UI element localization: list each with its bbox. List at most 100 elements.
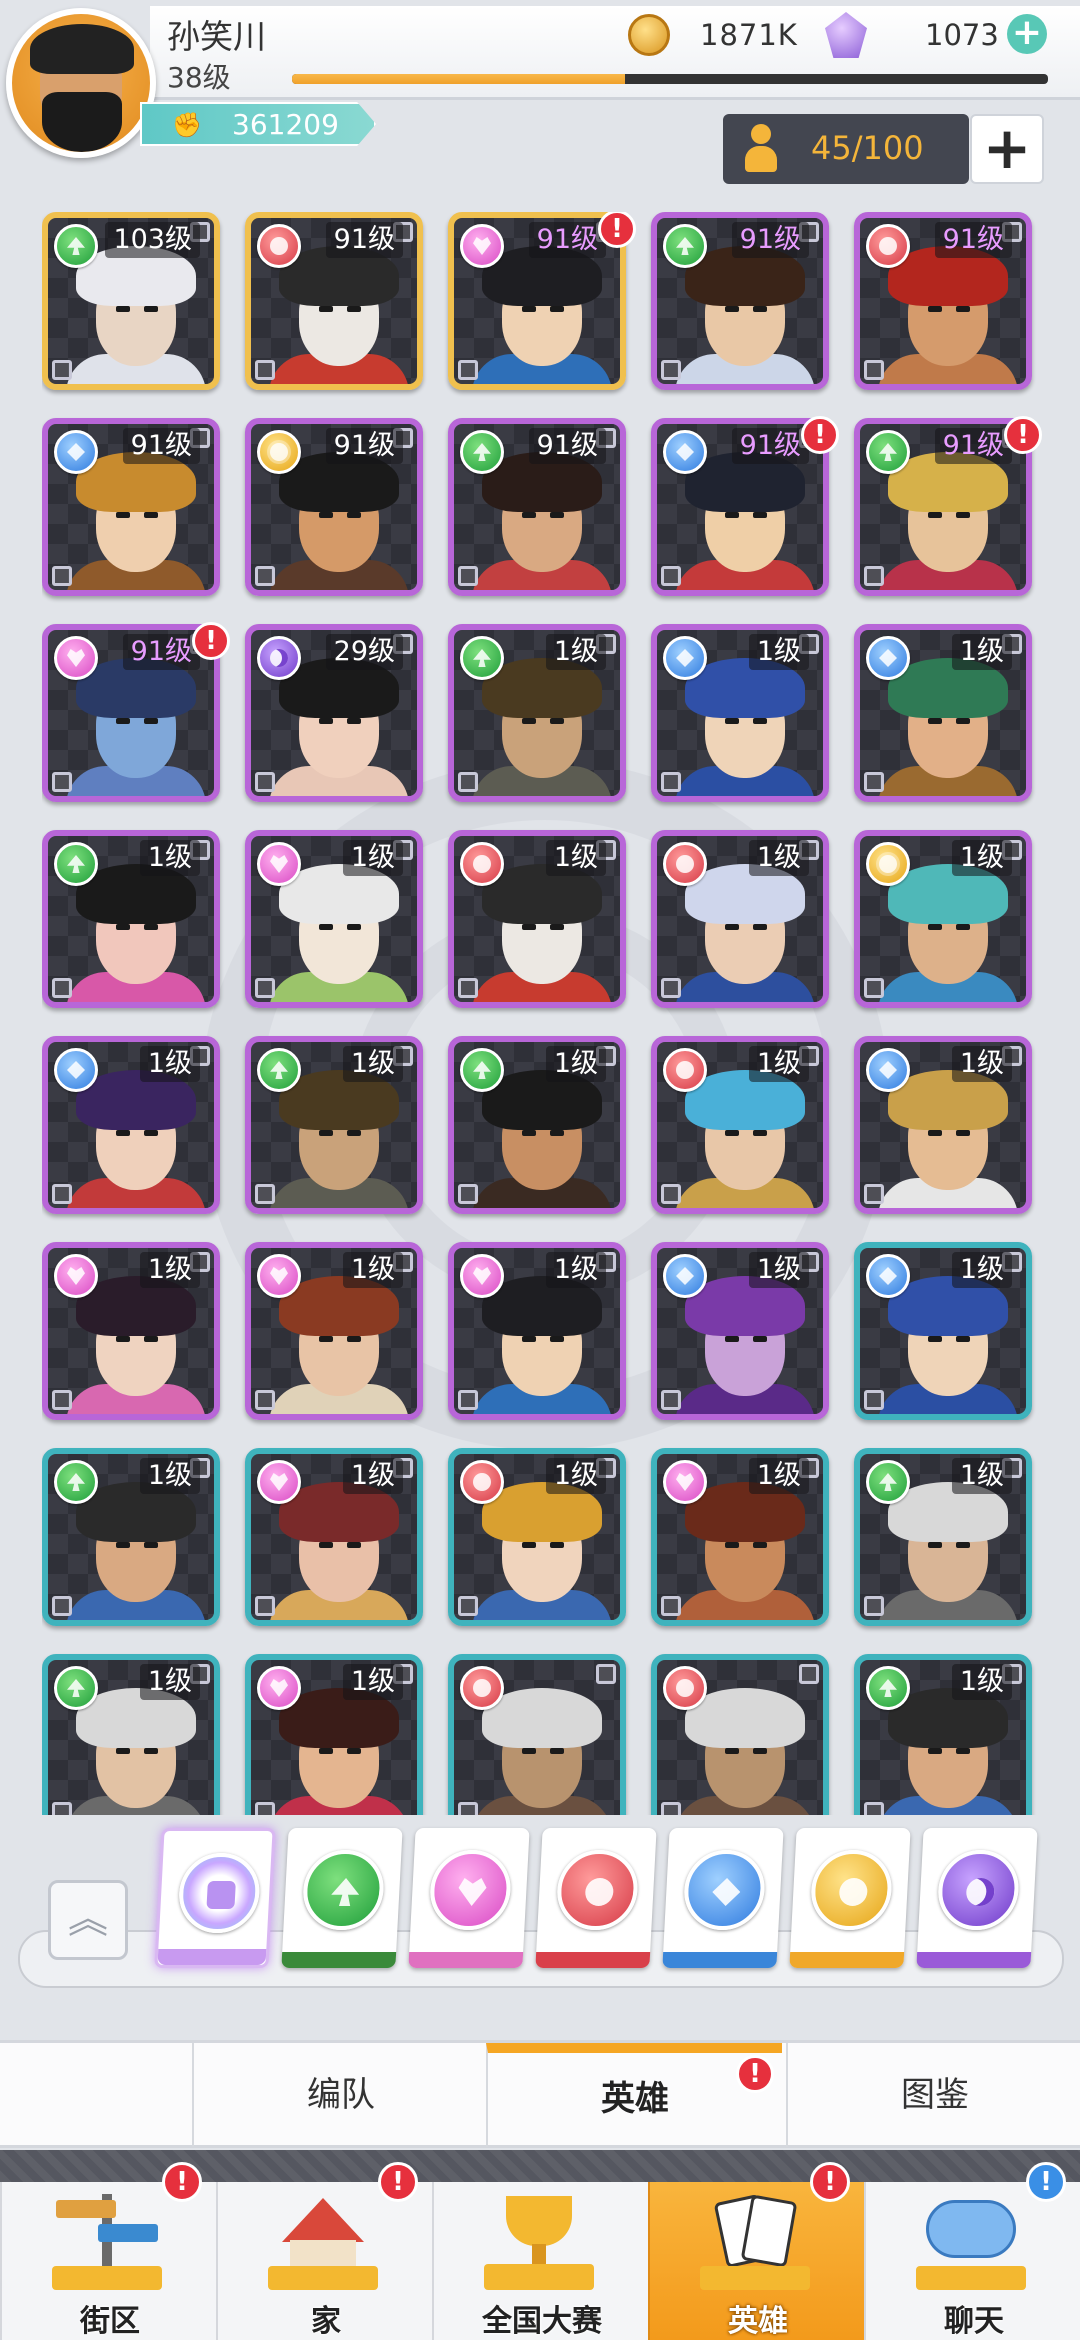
frame-corner-mark — [458, 566, 478, 586]
hero-card[interactable]: 91级 — [245, 418, 423, 596]
tab-codex[interactable]: 图鉴 — [786, 2043, 1080, 2147]
hero-card[interactable]: 1级 — [42, 1036, 220, 1214]
hero-card[interactable]: 91级 — [448, 212, 626, 390]
hero-card[interactable] — [651, 1654, 829, 1815]
filter-sun-button[interactable] — [789, 1828, 911, 1968]
filter-club-button[interactable] — [535, 1828, 657, 1968]
hero-card[interactable]: 1级 — [651, 830, 829, 1008]
hero-level: 1级 — [342, 1046, 403, 1082]
hero-portrait-eye — [956, 512, 970, 518]
filter-spade-button[interactable] — [281, 1828, 403, 1968]
hero-portrait-eye — [319, 306, 333, 312]
frame-corner-mark — [864, 566, 884, 586]
tab-heroes[interactable]: 英雄 — [486, 2043, 782, 2147]
hero-card[interactable]: 1级 — [245, 830, 423, 1008]
hero-card[interactable]: 91级 — [854, 418, 1032, 596]
all-filter-icon — [177, 1853, 262, 1933]
spade-suit-icon — [54, 1666, 98, 1710]
hero-level: 91级 — [122, 428, 200, 464]
hero-card[interactable]: 1级 — [245, 1242, 423, 1420]
hero-card[interactable]: 1级 — [854, 1242, 1032, 1420]
hero-card[interactable]: 1级 — [651, 1448, 829, 1626]
filter-moon-button[interactable] — [916, 1828, 1038, 1968]
hero-portrait — [269, 1276, 409, 1414]
hero-level: 1级 — [748, 1252, 809, 1288]
hero-portrait-eye — [956, 924, 970, 930]
hero-card[interactable]: 1级 — [42, 830, 220, 1008]
hero-card[interactable]: 91级 — [854, 212, 1032, 390]
filter-heart-button[interactable] — [408, 1828, 530, 1968]
tab-formation[interactable]: 编队 — [192, 2043, 488, 2147]
hero-card[interactable]: 1级 — [854, 830, 1032, 1008]
hero-portrait — [472, 246, 612, 384]
moon-suit-icon — [257, 636, 301, 680]
hero-card[interactable]: 103级 — [42, 212, 220, 390]
spade-suit-icon — [460, 430, 504, 474]
hero-level: 1级 — [951, 1252, 1012, 1288]
hero-level: 1级 — [342, 1458, 403, 1494]
frame-corner-mark — [458, 360, 478, 380]
hero-card[interactable]: 1级 — [42, 1242, 220, 1420]
hero-card[interactable]: 1级 — [245, 1036, 423, 1214]
hero-card[interactable]: 1级 — [448, 1242, 626, 1420]
nav-item-house[interactable]: 家 — [216, 2182, 432, 2340]
filter-diamond-button[interactable] — [662, 1828, 784, 1968]
club-suit-icon — [663, 842, 707, 886]
spade-filter-icon — [301, 1850, 386, 1930]
nav-item-trophy[interactable]: 全国大赛 — [432, 2182, 648, 2340]
hero-level: 1级 — [342, 1664, 403, 1700]
hero-card[interactable]: 1级 — [651, 1242, 829, 1420]
heart-suit-icon — [257, 842, 301, 886]
hero-card[interactable]: 1级 — [448, 624, 626, 802]
hero-card[interactable]: 1级 — [42, 1654, 220, 1815]
hero-card[interactable]: 29级 — [245, 624, 423, 802]
hero-portrait-eye — [319, 1748, 333, 1754]
hero-portrait-eye — [956, 1336, 970, 1342]
hero-portrait-eye — [550, 1748, 564, 1754]
hero-card[interactable]: 91级 — [42, 418, 220, 596]
hero-card[interactable]: 91级 — [448, 418, 626, 596]
hero-level: 1级 — [139, 1458, 200, 1494]
frame-corner-mark — [52, 1184, 72, 1204]
club-suit-icon — [257, 224, 301, 268]
filter-all-button[interactable] — [154, 1828, 276, 1968]
heart-suit-icon — [460, 1254, 504, 1298]
nav-item-chat-bubble[interactable]: 聊天 — [864, 2182, 1080, 2340]
hero-card[interactable]: 1级 — [854, 624, 1032, 802]
hero-card[interactable]: 1级 — [448, 1036, 626, 1214]
hero-portrait-eye — [522, 512, 536, 518]
expand-capacity-button[interactable]: + — [970, 114, 1044, 184]
diamond-suit-icon — [866, 1254, 910, 1298]
moon-filter-icon — [936, 1850, 1021, 1930]
hero-card[interactable]: 91级 — [651, 212, 829, 390]
hero-portrait-eye — [116, 924, 130, 930]
frame-corner-mark — [458, 1390, 478, 1410]
hero-card[interactable]: 91级 — [651, 418, 829, 596]
nav-item-hero-cards[interactable]: 英雄 — [648, 2182, 864, 2340]
heart-filter-icon — [428, 1850, 513, 1930]
hero-portrait — [269, 658, 409, 796]
hero-card[interactable]: 91级 — [245, 212, 423, 390]
frame-corner-mark — [596, 1664, 616, 1684]
add-gems-button[interactable]: + — [1007, 14, 1047, 54]
frame-corner-mark — [255, 978, 275, 998]
hero-card[interactable] — [448, 1654, 626, 1815]
hero-card[interactable]: 1级 — [854, 1654, 1032, 1815]
hero-card[interactable]: 1级 — [448, 830, 626, 1008]
hero-card[interactable]: 1级 — [651, 624, 829, 802]
hero-level: 91级 — [934, 222, 1012, 258]
hero-card[interactable]: 1级 — [42, 1448, 220, 1626]
hero-card[interactable]: 1级 — [245, 1654, 423, 1815]
hero-card[interactable]: 1级 — [854, 1036, 1032, 1214]
collapse-button[interactable]: ︽ — [48, 1880, 128, 1960]
hero-card[interactable]: 1级 — [448, 1448, 626, 1626]
hero-portrait-eye — [753, 1336, 767, 1342]
hero-card[interactable]: 91级 — [42, 624, 220, 802]
hero-portrait-eye — [116, 512, 130, 518]
hero-card[interactable]: 1级 — [651, 1036, 829, 1214]
nav-item-signpost[interactable]: 街区 — [0, 2182, 216, 2340]
hero-card[interactable]: 1级 — [854, 1448, 1032, 1626]
player-avatar[interactable] — [6, 8, 156, 158]
hero-card[interactable]: 1级 — [245, 1448, 423, 1626]
frame-corner-mark — [864, 1184, 884, 1204]
